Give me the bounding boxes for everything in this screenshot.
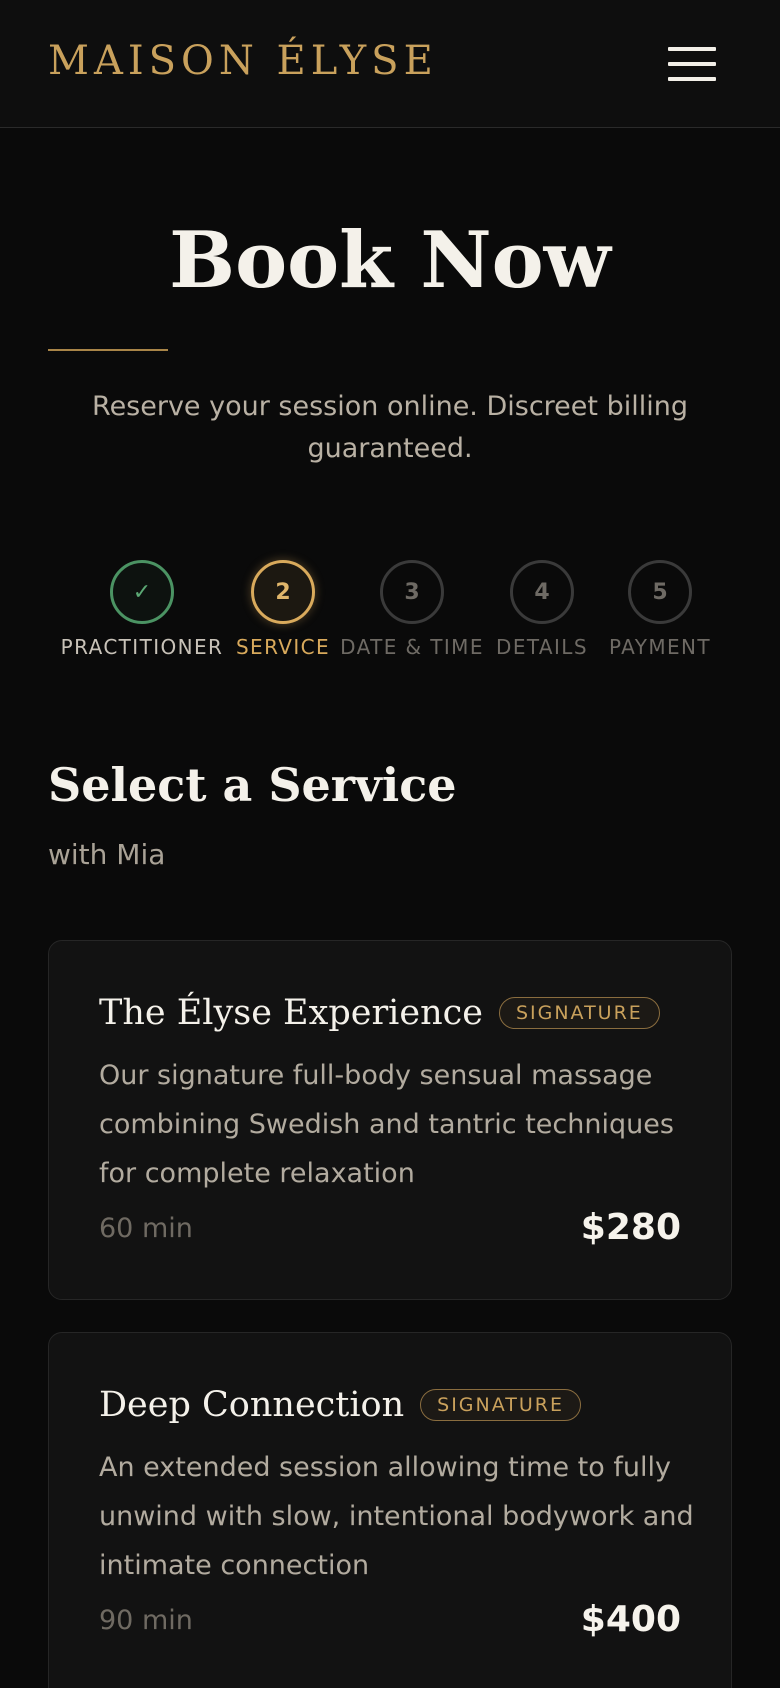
- brand-logo[interactable]: MAISON ÉLYSE: [48, 38, 438, 84]
- menu-bar: [668, 62, 716, 66]
- signature-badge: SIGNATURE: [498, 997, 660, 1029]
- section-subtitle: with Mia: [48, 838, 166, 871]
- site-header: MAISON ÉLYSE: [0, 0, 780, 128]
- step-label: PAYMENT: [609, 635, 711, 659]
- service-card[interactable]: The Élyse Experience SIGNATURE Our signa…: [48, 940, 732, 1300]
- service-price: $280: [580, 1207, 681, 1248]
- service-card[interactable]: Deep Connection SIGNATURE An extended se…: [48, 1332, 732, 1688]
- step-number: 2: [251, 560, 315, 624]
- booking-stepper: ✓ PRACTITIONER 2 SERVICE 3 DATE & TIME 4…: [0, 560, 780, 670]
- service-card-header: The Élyse Experience SIGNATURE: [99, 993, 660, 1033]
- service-card-header: Deep Connection SIGNATURE: [99, 1385, 581, 1425]
- service-duration: 60 min: [99, 1213, 193, 1244]
- service-duration: 90 min: [99, 1605, 193, 1636]
- step-check-icon: ✓: [110, 560, 174, 624]
- service-price: $400: [580, 1599, 681, 1640]
- step-number: 4: [510, 560, 574, 624]
- step-number: 5: [628, 560, 692, 624]
- page-subtitle: Reserve your session online. Discreet bi…: [92, 391, 688, 464]
- service-name: Deep Connection: [99, 1385, 405, 1425]
- hamburger-menu-icon[interactable]: [662, 40, 724, 88]
- page-title: Book Now: [169, 215, 611, 306]
- section-title: Select a Service: [48, 758, 457, 812]
- signature-badge: SIGNATURE: [420, 1389, 581, 1421]
- service-name: The Élyse Experience: [99, 993, 483, 1033]
- title-divider: [48, 349, 168, 351]
- menu-bar: [668, 77, 716, 81]
- service-description: Our signature full-body sensual massage …: [99, 1060, 674, 1189]
- service-description: An extended session allowing time to ful…: [99, 1452, 694, 1581]
- step-number: 3: [380, 560, 444, 624]
- step-payment[interactable]: 5 PAYMENT: [575, 560, 745, 659]
- menu-bar: [668, 47, 716, 51]
